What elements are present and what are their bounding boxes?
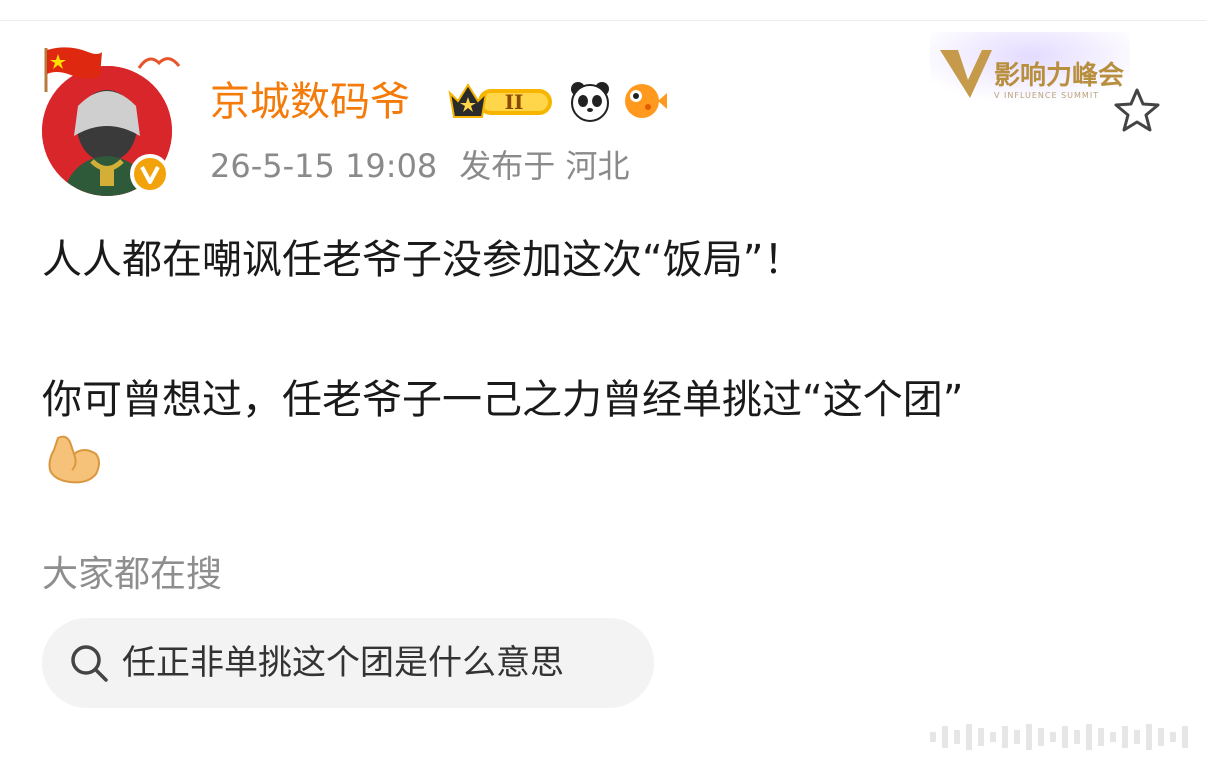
post-text-line-2: 你可曾想过，任老爷子一己之力曾经单挑过“这个团”	[42, 377, 964, 423]
username[interactable]: 京城数码爷	[210, 74, 410, 130]
search-suggestion-chip[interactable]: 任正非单挑这个团是什么意思	[42, 618, 654, 708]
favorite-star-icon[interactable]	[1112, 86, 1162, 136]
search-query: 任正非单挑这个团是什么意思	[122, 643, 564, 683]
pufferfish-icon[interactable]	[620, 79, 668, 123]
post-text-line-1: 人人都在嘲讽任老爷子没参加这次“饭局”！	[42, 237, 804, 283]
panda-icon[interactable]	[568, 79, 612, 123]
avatar[interactable]	[38, 44, 181, 196]
v-influence-logo: 影响力峰会 V INFLUENCE SUMMIT	[930, 32, 1130, 112]
post-meta: 26-5-15 19:08 发布于 河北	[210, 142, 629, 190]
timestamp: 26-5-15 19:08	[210, 147, 438, 185]
level-text: II	[505, 90, 524, 114]
user-badges: II	[448, 76, 668, 126]
bird-decoration-icon	[137, 57, 181, 69]
flag-icon	[44, 47, 102, 92]
flexed-biceps-emoji	[48, 435, 100, 484]
crown-level-icon[interactable]: II	[448, 79, 560, 123]
top-divider	[0, 20, 1206, 21]
search-section-title: 大家都在搜	[42, 554, 223, 595]
logo-subtext: V INFLUENCE SUMMIT	[994, 91, 1099, 100]
watermark-icon	[930, 724, 1188, 750]
verified-v-icon	[130, 154, 170, 194]
search-icon	[71, 645, 108, 682]
logo-text: 影响力峰会	[994, 60, 1124, 91]
location: 发布于 河北	[459, 147, 630, 185]
